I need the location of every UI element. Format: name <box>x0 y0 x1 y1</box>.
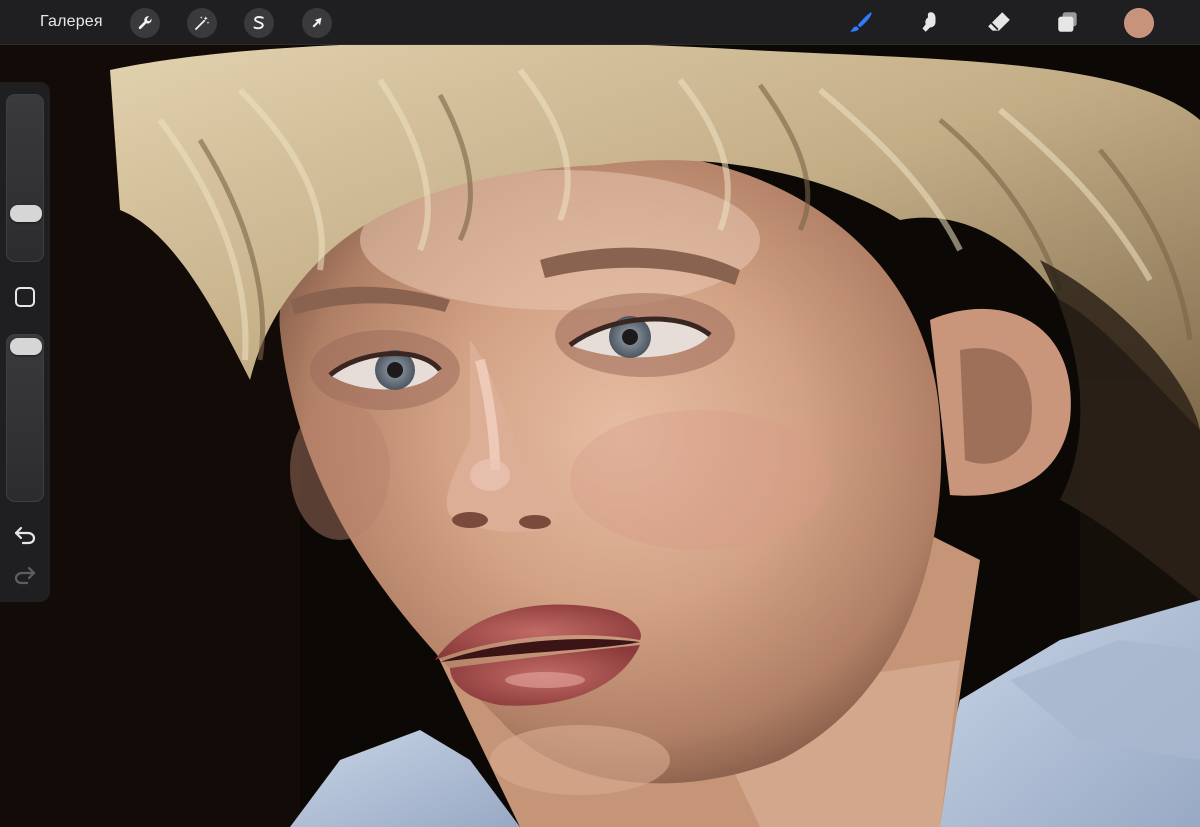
wrench-icon <box>138 16 152 30</box>
opacity-slider-thumb[interactable] <box>10 338 42 355</box>
left-sidebar <box>0 82 50 602</box>
brush-icon <box>850 12 872 32</box>
undo-arrow-icon <box>14 526 36 545</box>
redo-arrow-icon <box>14 566 36 585</box>
modify-button[interactable] <box>14 286 36 308</box>
adjustments-button[interactable] <box>187 8 217 38</box>
selection-button[interactable] <box>244 8 274 38</box>
portrait-painting <box>0 0 1200 827</box>
transform-button[interactable] <box>302 8 332 38</box>
eraser-icon <box>988 12 1010 31</box>
drawing-canvas[interactable] <box>0 0 1200 827</box>
smudge-tool-button[interactable] <box>914 7 944 37</box>
brush-size-slider[interactable] <box>6 94 44 262</box>
brush-size-slider-thumb[interactable] <box>10 205 42 223</box>
opacity-slider[interactable] <box>6 334 44 502</box>
color-picker-button[interactable] <box>1124 8 1154 38</box>
brush-tool-button[interactable] <box>846 7 876 37</box>
undo-button[interactable] <box>12 524 38 546</box>
layers-button[interactable] <box>1053 7 1083 37</box>
gallery-button[interactable]: Галерея <box>40 0 103 44</box>
top-toolbar: Галерея <box>0 0 1200 45</box>
redo-button[interactable] <box>12 564 38 586</box>
layers-icon <box>1058 12 1077 32</box>
magic-wand-icon <box>195 16 210 30</box>
arrow-cursor-icon <box>312 17 322 28</box>
smudge-finger-icon <box>922 12 936 32</box>
square-outline-icon <box>15 287 35 307</box>
eraser-tool-button[interactable] <box>984 7 1014 37</box>
actions-button[interactable] <box>130 8 160 38</box>
selection-s-icon <box>253 16 264 30</box>
